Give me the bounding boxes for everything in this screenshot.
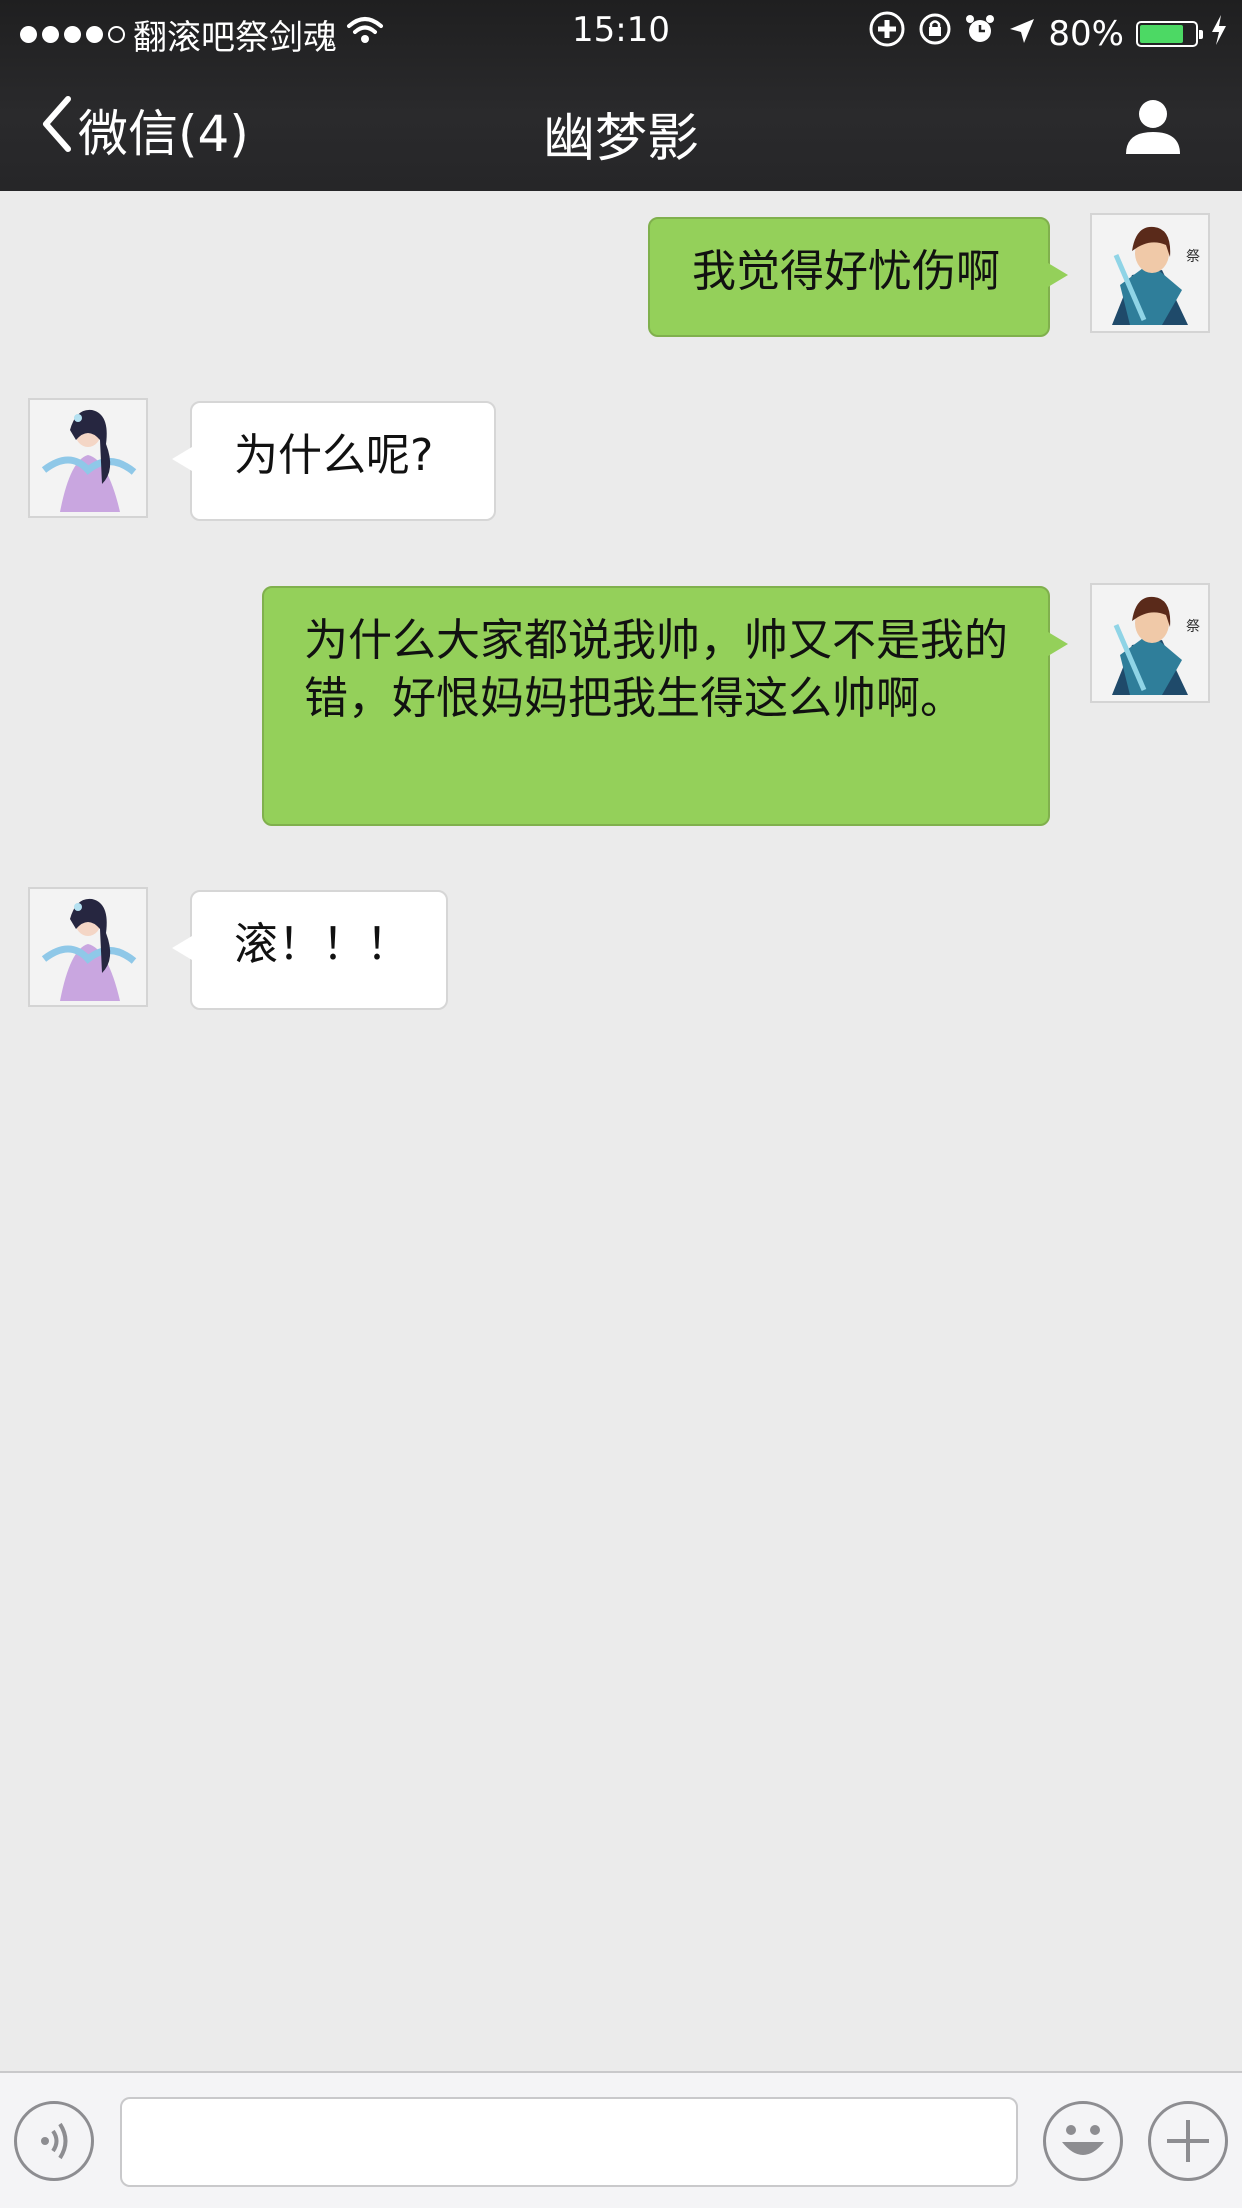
contact-avatar[interactable] [28,398,148,518]
battery-percent: 80% [1048,13,1124,54]
swordsman-avatar-icon: 祭 [1092,585,1208,701]
battery-fill [1140,24,1184,43]
my-avatar[interactable]: 祭 [1090,583,1210,703]
message-text: 为什么大家都说我帅，帅又不是我的错，好恨妈妈把我生得这么帅啊。 [304,615,1008,724]
message-bubble-outgoing[interactable]: 为什么大家都说我帅，帅又不是我的错，好恨妈妈把我生得这么帅啊。 [262,586,1068,826]
add-circle-icon [868,10,906,57]
message-bubble-outgoing[interactable]: 我觉得好忧伤啊 [648,217,1068,337]
voice-icon [17,2122,91,2182]
message-text: 为什么呢? [234,430,434,481]
message-bubble-incoming[interactable]: 为什么呢? [172,401,496,521]
my-avatar[interactable]: 祭 [1090,213,1210,333]
emoji-button[interactable] [1043,2101,1123,2181]
contact-avatar[interactable] [28,887,148,1007]
nav-bar: 微信(4) 幽梦影 [0,60,1242,191]
chat-area[interactable]: 我觉得好忧伤啊 祭 为什么呢? 为什么大家都说我帅，帅又不是我的错，好恨妈妈把我… [0,191,1242,2071]
top-bar: 翻滚吧祭剑魂 15:10 80% 微信(4) 幽梦影 [0,0,1242,191]
swordsman-avatar-icon: 祭 [1092,215,1208,331]
chat-title: 幽梦影 [542,109,699,169]
status-right: 80% [868,10,1228,57]
maiden-avatar-icon [30,889,146,1005]
plus-icon [1151,2120,1225,2182]
battery-icon [1136,20,1203,47]
more-options-button[interactable] [1148,2101,1228,2181]
location-arrow-icon [1008,14,1036,54]
rotation-lock-icon [918,12,952,55]
alarm-icon [964,13,996,54]
message-input[interactable] [120,2097,1018,2187]
message-bubble-incoming[interactable]: 滚！！！ [172,890,448,1010]
smiley-icon [1046,2125,1120,2182]
person-icon [1122,100,1184,162]
svg-text:祭: 祭 [1186,249,1200,265]
voice-input-button[interactable] [14,2101,94,2181]
message-text: 滚！！！ [234,919,410,970]
charging-bolt-icon [1210,14,1228,54]
maiden-avatar-icon [30,400,146,516]
status-bar: 翻滚吧祭剑魂 15:10 80% [0,0,1242,60]
message-text: 我觉得好忧伤啊 [692,246,1000,297]
svg-text:祭: 祭 [1186,619,1200,635]
input-bar [0,2071,1242,2208]
contact-profile-button[interactable] [1122,96,1184,158]
